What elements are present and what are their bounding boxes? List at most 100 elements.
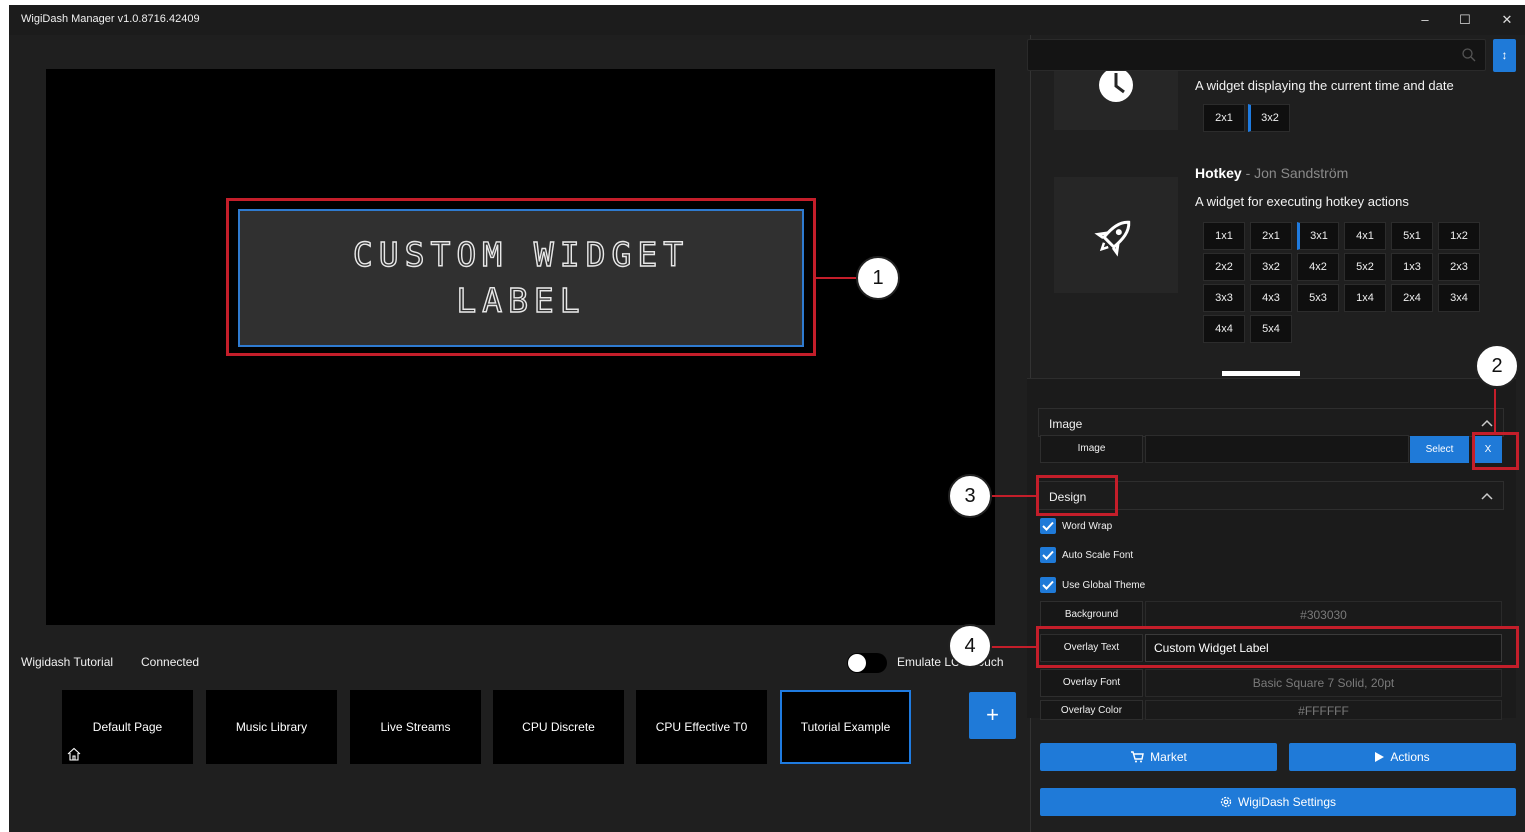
highlight-box-2	[1472, 432, 1519, 470]
clock-icon	[1099, 68, 1133, 102]
callout-line-4	[990, 646, 1036, 648]
highlight-box-4	[1036, 626, 1519, 668]
emulate-touch-toggle[interactable]	[847, 653, 887, 673]
page-tile-label: Default Page	[92, 720, 163, 734]
size-option[interactable]: 1x1	[1203, 222, 1245, 250]
hotkey-widget-name: Hotkey	[1195, 165, 1242, 181]
device-name: Wigidash Tutorial	[21, 655, 114, 669]
checkmark-icon	[1042, 521, 1054, 531]
rocket-icon	[1094, 220, 1131, 257]
cart-icon	[1131, 751, 1145, 763]
page-tile-tutorial-example[interactable]: Tutorial Example	[780, 690, 911, 764]
connection-status: Connected	[141, 655, 200, 669]
overlay-color-value[interactable]: #FFFFFF	[1145, 700, 1502, 720]
size-option[interactable]: 2x2	[1203, 253, 1245, 281]
size-option[interactable]: 1x3	[1391, 253, 1433, 281]
hotkey-widget-description: A widget for executing hotkey actions	[1195, 194, 1409, 209]
page-tile-label: CPU Effective T0	[655, 720, 748, 734]
clock-widget-description: A widget displaying the current time and…	[1195, 78, 1454, 93]
window-title: WigiDash Manager v1.0.8716.42409	[21, 13, 200, 25]
page-tile-music-library[interactable]: Music Library	[206, 690, 337, 764]
size-option[interactable]: 5x2	[1344, 253, 1386, 281]
device-status-row: Wigidash Tutorial Connected Emulate LCD …	[9, 653, 1019, 673]
size-option[interactable]: 2x4	[1391, 284, 1433, 312]
auto-scale-checkbox[interactable]	[1040, 547, 1056, 563]
callout-marker-2: 2	[1475, 344, 1519, 388]
select-image-button[interactable]: Select	[1410, 436, 1469, 463]
callout-marker-1: 1	[856, 256, 900, 300]
chevron-up-icon	[1481, 419, 1493, 427]
background-label: Background	[1040, 601, 1143, 629]
callout-marker-3: 3	[948, 474, 992, 518]
size-option[interactable]: 1x2	[1438, 222, 1480, 250]
overlay-font-value[interactable]: Basic Square 7 Solid, 20pt	[1145, 669, 1502, 697]
overlay-color-label: Overlay Color	[1040, 700, 1143, 720]
chevron-up-icon	[1481, 492, 1493, 500]
page-tile-live-streams[interactable]: Live Streams	[350, 690, 481, 764]
size-option[interactable]: 2x3	[1438, 253, 1480, 281]
minimize-button[interactable]: –	[1405, 9, 1445, 31]
size-option[interactable]: 4x3	[1250, 284, 1292, 312]
highlight-box-1	[226, 198, 816, 356]
callout-line-1	[816, 277, 856, 279]
word-wrap-label: Word Wrap	[1062, 521, 1113, 532]
size-option[interactable]: 4x4	[1203, 315, 1245, 343]
page-tile-cpu-effective[interactable]: CPU Effective T0	[636, 690, 767, 764]
title-bar: WigiDash Manager v1.0.8716.42409 – ☐ ✕	[9, 5, 1525, 35]
checkmark-icon	[1042, 550, 1054, 560]
size-option[interactable]: 5x1	[1391, 222, 1433, 250]
page-tile-default[interactable]: Default Page	[62, 690, 193, 764]
size-option[interactable]: 3x2	[1248, 104, 1290, 132]
carousel-indicator[interactable]	[1222, 371, 1300, 376]
maximize-button[interactable]: ☐	[1445, 9, 1485, 31]
callout-line-3	[992, 495, 1036, 497]
actions-label: Actions	[1390, 750, 1430, 764]
page-tile-label: Live Streams	[380, 720, 451, 734]
word-wrap-checkbox[interactable]	[1040, 518, 1056, 534]
market-label: Market	[1150, 750, 1187, 764]
size-option[interactable]: 2x1	[1250, 222, 1292, 250]
size-option[interactable]: 3x4	[1438, 284, 1480, 312]
clock-widget-thumbnail[interactable]	[1054, 68, 1178, 130]
section-title: Image	[1049, 417, 1083, 431]
search-icon	[1462, 48, 1476, 62]
image-label: Image	[1040, 435, 1143, 463]
page-tile-label: Music Library	[235, 720, 308, 734]
actions-button[interactable]: Actions	[1289, 743, 1516, 771]
image-section-header[interactable]: Image	[1038, 408, 1504, 437]
size-option[interactable]: 1x4	[1344, 284, 1386, 312]
page-tile-cpu-discrete[interactable]: CPU Discrete	[493, 690, 624, 764]
size-option[interactable]: 2x1	[1203, 104, 1245, 132]
size-option[interactable]: 4x1	[1344, 222, 1386, 250]
toggle-knob	[848, 654, 866, 672]
widget-search-input[interactable]	[1027, 39, 1486, 71]
page-tile-label: CPU Discrete	[522, 720, 595, 734]
image-path-field[interactable]	[1145, 435, 1409, 463]
size-option[interactable]: 5x4	[1250, 315, 1292, 343]
checkmark-icon	[1042, 580, 1054, 590]
settings-label: WigiDash Settings	[1237, 795, 1337, 809]
sort-button[interactable]: ↕	[1493, 39, 1516, 72]
page-tile-label: Tutorial Example	[800, 720, 891, 734]
highlight-box-3	[1036, 475, 1118, 516]
size-option[interactable]: 3x2	[1250, 253, 1292, 281]
market-button[interactable]: Market	[1040, 743, 1277, 771]
add-page-button[interactable]: +	[969, 692, 1016, 739]
hotkey-widget-author: - Jon Sandström	[1241, 165, 1349, 181]
gear-icon	[1220, 796, 1232, 808]
overlay-font-label: Overlay Font	[1040, 669, 1143, 697]
callout-marker-4: 4	[948, 624, 992, 668]
size-option[interactable]: 5x3	[1297, 284, 1339, 312]
background-value[interactable]: #303030	[1145, 601, 1502, 629]
hotkey-widget-thumbnail[interactable]	[1054, 177, 1178, 293]
hotkey-widget-title: Hotkey - Jon Sandström	[1195, 165, 1348, 181]
size-option[interactable]: 4x2	[1297, 253, 1339, 281]
global-theme-checkbox[interactable]	[1040, 577, 1056, 593]
callout-line-2	[1494, 389, 1496, 432]
settings-button[interactable]: WigiDash Settings	[1040, 788, 1516, 816]
size-option[interactable]: 3x1	[1297, 222, 1339, 250]
play-icon	[1375, 752, 1385, 762]
home-icon	[67, 747, 81, 761]
close-button[interactable]: ✕	[1487, 9, 1525, 31]
size-option[interactable]: 3x3	[1203, 284, 1245, 312]
